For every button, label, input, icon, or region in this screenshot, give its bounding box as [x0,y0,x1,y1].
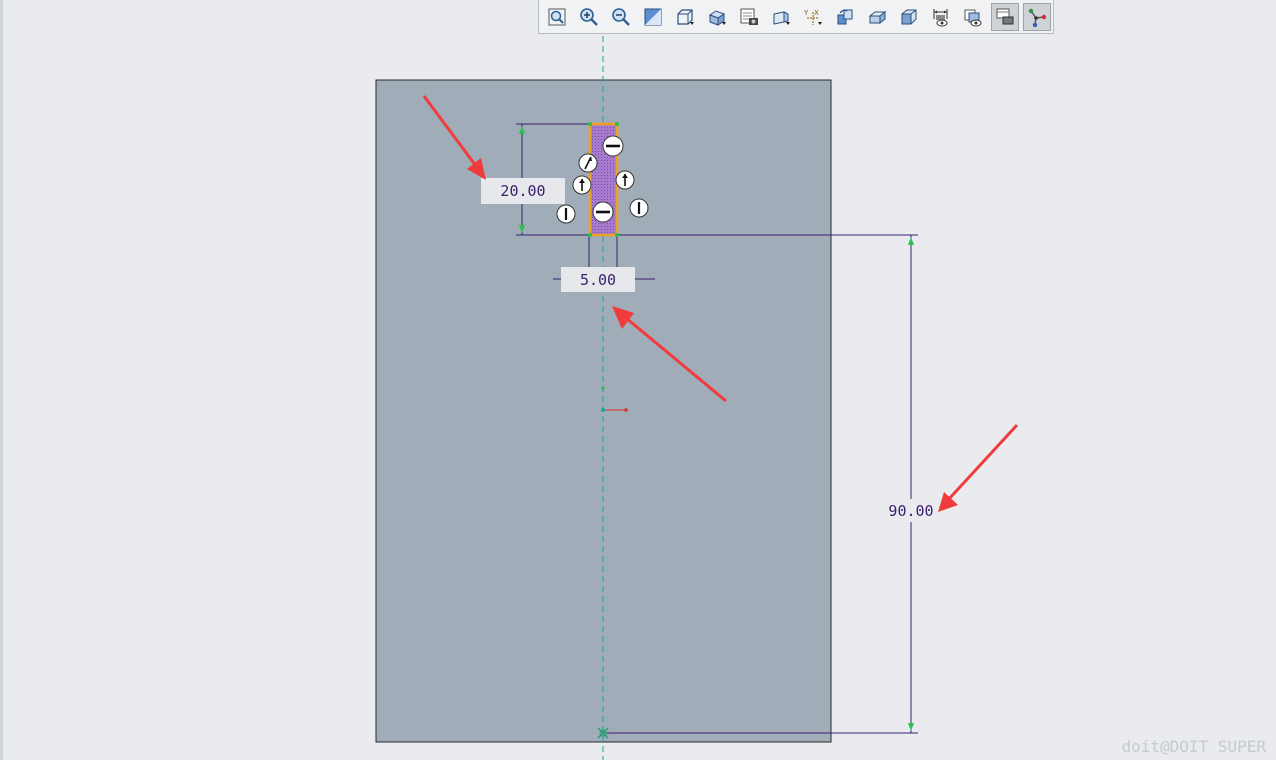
dimension-width-value: 5.00 [580,271,616,289]
constraint-vertical-left[interactable] [556,204,576,224]
constraint-symmetric-left[interactable] [572,175,592,195]
dimension-height[interactable]: 20.00 [481,178,565,204]
sketch-canvas[interactable]: 20.00 5.00 90.00 [0,0,1276,760]
constraint-horizontal-top[interactable] [602,135,624,157]
constraint-vertical-right[interactable] [629,198,649,218]
constraint-symmetric-right[interactable] [615,170,635,190]
constraint-horizontal-bottom[interactable] [592,201,614,223]
dimension-offset-value: 90.00 [888,502,933,520]
dimension-width[interactable]: 5.00 [561,267,635,292]
annotation-arrow-offset [938,423,1019,512]
dimension-offset[interactable]: 90.00 [884,499,938,522]
centerline-endpoint-marker [597,727,609,739]
watermark-text: doit@DOIT SUPER [1121,737,1267,756]
dimension-height-value: 20.00 [500,182,545,200]
constraint-symmetric-upper[interactable] [578,153,598,173]
